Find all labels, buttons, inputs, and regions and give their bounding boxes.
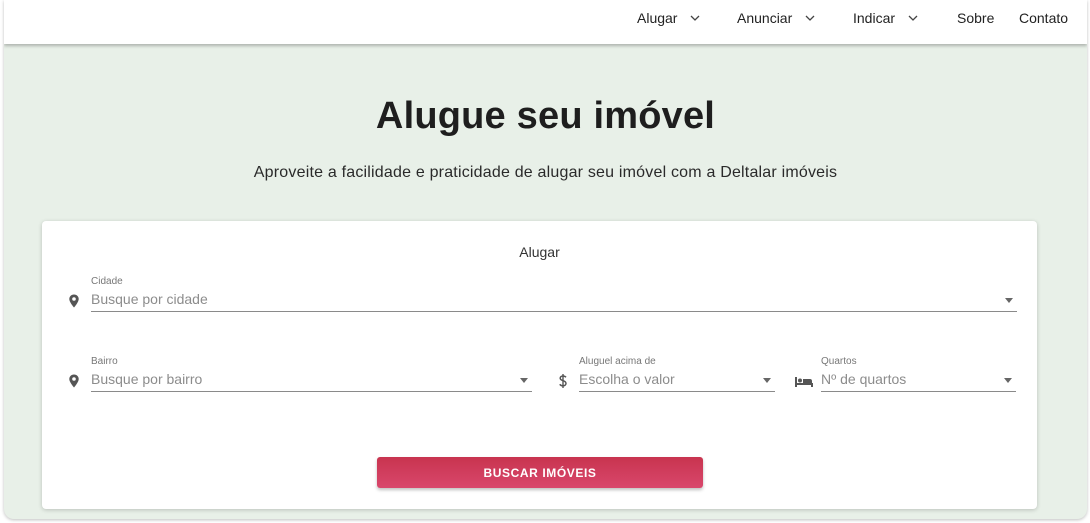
top-navbar: Alugar Anunciar Indicar Sobre Contato [4,0,1087,44]
page-frame: Alugar Anunciar Indicar Sobre Contato Al… [4,0,1087,519]
chevron-down-icon [691,15,700,21]
nav-item-indicar[interactable]: Indicar [853,9,919,27]
search-card-title: Alugar [519,244,560,260]
dropdown-arrow-icon[interactable] [763,378,771,383]
chevron-down-icon [805,15,815,21]
dropdown-arrow-icon[interactable] [1005,298,1013,303]
location-pin-icon [69,294,79,308]
nav-item-label: Sobre [957,10,995,26]
hero-title: Alugue seu imóvel [375,95,716,137]
dollar-icon [559,374,567,388]
aluguel-field[interactable]: Aluguel acima de Escolha o valor [555,356,780,396]
nav-item-contato[interactable]: Contato [1019,9,1068,27]
bairro-label: Bairro [91,356,118,367]
cidade-placeholder: Busque por cidade [91,291,208,307]
buscar-imoveis-button[interactable]: BUSCAR IMÓVEIS [377,457,703,488]
cidade-field[interactable]: Cidade Busque por cidade [66,276,1026,316]
nav-item-label: Anunciar [737,10,793,26]
quartos-field[interactable]: Quartos Nº de quartos [794,356,1026,396]
location-pin-icon [69,374,79,388]
nav-item-label: Alugar [637,10,678,26]
quartos-placeholder: Nº de quartos [821,371,907,387]
quartos-select[interactable]: Nº de quartos [821,368,1016,392]
cidade-label: Cidade [91,276,123,287]
nav-item-alugar[interactable]: Alugar [637,9,701,27]
dropdown-arrow-icon[interactable] [1004,378,1012,383]
search-card: Alugar Cidade Busque por cidade Bairro B… [42,221,1037,509]
bairro-select[interactable]: Busque por bairro [91,368,532,392]
cidade-select[interactable]: Busque por cidade [91,288,1017,312]
hero-subtitle: Aproveite a facilidade e praticidade de … [253,164,838,181]
nav-item-label: Contato [1019,10,1069,26]
dropdown-arrow-icon[interactable] [520,378,528,383]
nav-item-anunciar[interactable]: Anunciar [737,9,816,27]
aluguel-label: Aluguel acima de [579,356,656,367]
chevron-down-icon [908,15,918,21]
bairro-field[interactable]: Bairro Busque por bairro [66,356,536,396]
aluguel-select[interactable]: Escolha o valor [579,368,775,392]
nav-item-sobre[interactable]: Sobre [957,9,994,27]
nav-item-label: Indicar [853,10,896,26]
aluguel-placeholder: Escolha o valor [579,371,675,387]
quartos-label: Quartos [821,356,857,367]
bairro-placeholder: Busque por bairro [91,371,203,387]
bed-icon [795,377,813,387]
